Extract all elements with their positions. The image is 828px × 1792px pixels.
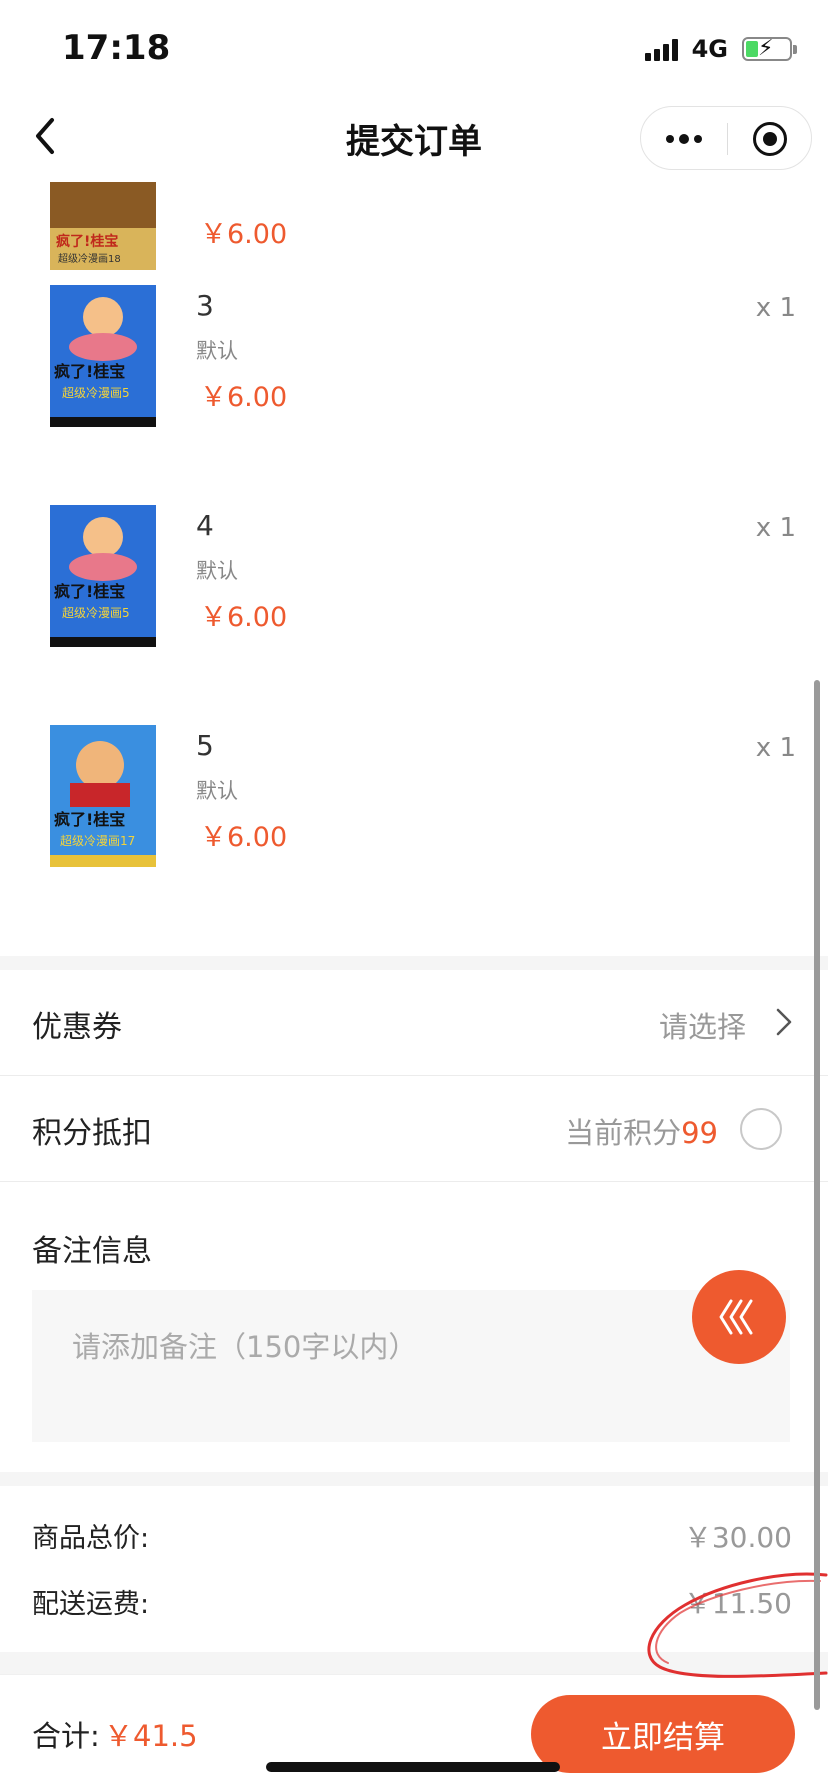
points-info: 当前积分99 <box>565 1110 718 1152</box>
svg-text:超级冷漫画5: 超级冷漫画5 <box>62 385 130 400</box>
goods-price: ￥6.00 <box>200 219 288 250</box>
checkout-button[interactable]: 立即结算 <box>531 1695 795 1773</box>
total-value: ￥41.5 <box>104 1719 198 1753</box>
coupon-row[interactable]: 优惠券 请选择 <box>0 970 828 1076</box>
goods-price: ￥6.00 <box>200 382 288 413</box>
network-type: 4G <box>691 35 728 63</box>
book-cover-5: 疯了!桂宝 超级冷漫画5 <box>50 505 156 647</box>
svg-text:超级冷漫画18: 超级冷漫画18 <box>58 252 121 265</box>
svg-text:疯了!桂宝: 疯了!桂宝 <box>54 582 125 601</box>
remark-input[interactable] <box>32 1290 790 1442</box>
more-dots-icon[interactable] <box>641 107 727 171</box>
checkout-bar: 合计: ￥41.5 立即结算 <box>0 1674 828 1792</box>
goods-item: 疯了!桂宝 超级冷漫画5 3 默认 ￥6.00 x 1 <box>0 275 828 495</box>
coupon-label: 优惠券 <box>32 1010 122 1045</box>
goods-name: 3 <box>196 289 214 322</box>
coupon-value: 请选择 <box>658 1010 746 1044</box>
section-divider <box>0 956 828 970</box>
goods-total-label: 商品总价: <box>32 1523 150 1554</box>
status-bar: 17:18 4G ⚡ <box>0 0 828 92</box>
total-label: 合计: <box>32 1719 100 1753</box>
signal-icon <box>644 37 678 61</box>
shipping-value: ￥11.50 <box>683 1587 792 1620</box>
points-count: 99 <box>681 1116 718 1150</box>
book-cover-17: 疯了!桂宝 超级冷漫画17 <box>50 725 156 867</box>
section-divider <box>0 1652 828 1674</box>
svg-text:疯了!桂宝: 疯了!桂宝 <box>54 362 125 381</box>
goods-item: 疯了!桂宝 超级冷漫画18 ￥6.00 <box>0 182 828 270</box>
status-indicators: 4G ⚡ <box>644 34 797 64</box>
goods-price: ￥6.00 <box>200 602 288 633</box>
goods-item: 疯了!桂宝 超级冷漫画17 5 默认 ￥6.00 x 1 <box>0 715 828 935</box>
points-radio[interactable] <box>740 1108 782 1150</box>
shipping-label: 配送运费: <box>32 1589 150 1620</box>
target-close-icon[interactable] <box>727 107 813 171</box>
points-prefix: 当前积分 <box>565 1116 682 1150</box>
goods-spec: 默认 <box>196 339 238 363</box>
chevrons-left-float-button[interactable] <box>692 1270 786 1364</box>
mini-program-capsule <box>640 106 812 170</box>
goods-spec: 默认 <box>196 559 238 583</box>
goods-qty: x 1 <box>755 293 796 323</box>
svg-text:疯了!桂宝: 疯了!桂宝 <box>56 233 118 250</box>
points-row: 积分抵扣 当前积分99 <box>0 1076 828 1182</box>
goods-qty: x 1 <box>755 733 796 763</box>
goods-qty: x 1 <box>755 513 796 543</box>
section-divider <box>0 1472 828 1486</box>
svg-text:超级冷漫画17: 超级冷漫画17 <box>60 833 135 848</box>
home-indicator <box>266 1762 560 1772</box>
chevron-right-icon <box>768 1006 798 1038</box>
book-cover-18: 疯了!桂宝 超级冷漫画18 <box>50 182 156 270</box>
goods-name: 4 <box>196 509 214 542</box>
goods-spec: 默认 <box>196 779 238 803</box>
battery-icon: ⚡ <box>742 36 797 61</box>
goods-name: 5 <box>196 729 214 762</box>
scrollbar[interactable] <box>814 680 820 1710</box>
order-content[interactable]: 疯了!桂宝 超级冷漫画18 ￥6.00 疯了!桂宝 超级冷漫画5 3 默认 ￥6… <box>0 182 828 1674</box>
svg-text:疯了!桂宝: 疯了!桂宝 <box>54 810 125 829</box>
status-time: 17:18 <box>62 28 171 68</box>
points-label: 积分抵扣 <box>32 1116 152 1151</box>
remark-label: 备注信息 <box>32 1234 152 1269</box>
triple-chevron-left-icon <box>719 1299 753 1335</box>
goods-price: ￥6.00 <box>200 822 288 853</box>
goods-item: 疯了!桂宝 超级冷漫画5 4 默认 ￥6.00 x 1 <box>0 495 828 715</box>
nav-bar: 提交订单 <box>0 92 828 182</box>
svg-text:超级冷漫画5: 超级冷漫画5 <box>62 605 130 620</box>
goods-total-value: ￥30.00 <box>683 1521 792 1554</box>
book-cover-5: 疯了!桂宝 超级冷漫画5 <box>50 285 156 427</box>
